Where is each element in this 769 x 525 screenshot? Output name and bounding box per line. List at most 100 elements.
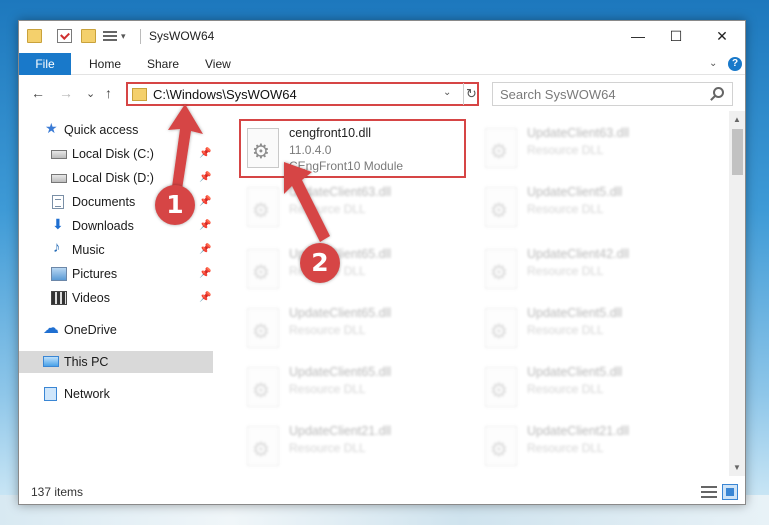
- file-explorer-window: ▾ SysWOW64 — ☐ ✕ File Home Share View ⌄ …: [18, 20, 746, 505]
- file-tile[interactable]: UpdateClient65.dll Resource DLL: [241, 359, 471, 417]
- sidebar-item-label: This PC: [64, 355, 109, 369]
- expand-ribbon-icon[interactable]: ⌄: [709, 58, 717, 69]
- file-name: UpdateClient5.dll: [527, 365, 623, 379]
- file-name: UpdateClient42.dll: [527, 247, 630, 261]
- file-type: Resource DLL: [527, 264, 604, 278]
- file-tile[interactable]: UpdateClient5.dll Resource DLL: [479, 359, 709, 417]
- disk-icon: [51, 150, 67, 159]
- status-bar: 137 items: [19, 479, 745, 504]
- folder-icon: [27, 29, 42, 43]
- dll-file-icon: [247, 426, 279, 466]
- customize-menu-icon[interactable]: [103, 31, 117, 41]
- forward-button[interactable]: →: [59, 85, 73, 101]
- scroll-thumb[interactable]: [732, 129, 743, 175]
- back-button[interactable]: ←: [31, 85, 45, 101]
- file-name: UpdateClient21.dll: [527, 424, 630, 438]
- pin-icon[interactable]: 📌: [199, 244, 211, 255]
- address-dropdown-icon[interactable]: ⌄: [443, 87, 451, 98]
- star-icon: [45, 120, 61, 137]
- file-tile[interactable]: UpdateClient63.dll Resource DLL: [479, 120, 709, 178]
- scroll-up-icon[interactable]: ▲: [733, 115, 741, 124]
- file-type: Resource DLL: [289, 441, 366, 455]
- dll-file-icon: [485, 128, 517, 168]
- tiles-view-icon[interactable]: [722, 484, 738, 500]
- tab-share[interactable]: Share: [147, 53, 179, 75]
- search-icon[interactable]: [713, 87, 724, 98]
- folder-icon: [132, 88, 147, 101]
- file-type: Resource DLL: [527, 202, 604, 216]
- recent-locations-button[interactable]: ⌄: [86, 87, 95, 100]
- highlight-box: [239, 119, 466, 178]
- file-name: UpdateClient5.dll: [527, 185, 623, 199]
- pin-icon[interactable]: 📌: [199, 148, 211, 159]
- address-path[interactable]: C:\Windows\SysWOW64: [153, 87, 297, 102]
- file-type: Resource DLL: [527, 382, 604, 396]
- sidebar-item-network[interactable]: Network: [19, 383, 213, 405]
- dll-file-icon: [485, 249, 517, 289]
- search-input[interactable]: Search SysWOW64: [500, 87, 616, 102]
- videos-icon: [51, 291, 67, 305]
- file-tile[interactable]: UpdateClient63.dll Resource DLL: [241, 179, 471, 237]
- sidebar-item-videos[interactable]: Videos 📌: [19, 287, 213, 309]
- refresh-button[interactable]: ↻: [463, 83, 479, 105]
- sidebar-item-label: Music: [72, 243, 105, 257]
- file-name: UpdateClient63.dll: [289, 185, 392, 199]
- help-icon[interactable]: ?: [728, 57, 742, 71]
- search-box[interactable]: Search SysWOW64: [492, 82, 733, 106]
- sidebar-item-local-disk-d[interactable]: Local Disk (D:) 📌: [19, 167, 213, 189]
- sidebar-item-label: Downloads: [72, 219, 134, 233]
- file-tile[interactable]: UpdateClient65.dll Resource DLL: [241, 300, 471, 358]
- sidebar-item-music[interactable]: Music 📌: [19, 239, 213, 261]
- sidebar-item-label: Network: [64, 387, 110, 401]
- pin-icon[interactable]: 📌: [199, 268, 211, 279]
- dll-file-icon: [247, 249, 279, 289]
- cloud-icon: [43, 318, 59, 338]
- minimize-button[interactable]: —: [623, 24, 653, 48]
- dll-file-icon: [247, 187, 279, 227]
- item-count: 137 items: [31, 485, 84, 499]
- tab-file[interactable]: File: [19, 53, 71, 75]
- maximize-button[interactable]: ☐: [661, 24, 691, 48]
- sidebar-item-label: Pictures: [72, 267, 118, 281]
- file-tile[interactable]: UpdateClient5.dll Resource DLL: [479, 300, 709, 358]
- tab-view[interactable]: View: [205, 53, 231, 75]
- sidebar-item-quick-access[interactable]: Quick access: [19, 119, 213, 141]
- quick-access-dropdown-icon[interactable]: ▾: [121, 31, 126, 42]
- up-button[interactable]: ↑: [105, 85, 112, 101]
- pin-icon[interactable]: 📌: [199, 196, 211, 207]
- file-tile[interactable]: UpdateClient42.dll Resource DLL: [479, 241, 709, 299]
- properties-icon[interactable]: [57, 29, 72, 43]
- pin-icon[interactable]: 📌: [199, 172, 211, 183]
- pin-icon[interactable]: 📌: [199, 220, 211, 231]
- sidebar-item-onedrive[interactable]: OneDrive: [19, 318, 213, 341]
- vertical-scrollbar[interactable]: ▲ ▼: [729, 111, 745, 476]
- close-button[interactable]: ✕: [707, 24, 737, 48]
- sidebar-item-label: OneDrive: [64, 323, 117, 337]
- file-tile[interactable]: UpdateClient21.dll Resource DLL: [479, 418, 709, 476]
- sidebar-item-pictures[interactable]: Pictures 📌: [19, 263, 213, 285]
- file-name: UpdateClient5.dll: [527, 306, 623, 320]
- tab-home[interactable]: Home: [89, 53, 121, 75]
- scroll-down-icon[interactable]: ▼: [733, 463, 741, 472]
- dll-file-icon: [485, 187, 517, 227]
- music-icon: [53, 239, 69, 257]
- details-view-icon[interactable]: [701, 486, 717, 498]
- download-icon: [52, 216, 68, 233]
- sidebar-item-local-disk-c[interactable]: Local Disk (C:) 📌: [19, 143, 213, 165]
- new-folder-icon[interactable]: [81, 29, 96, 43]
- address-bar[interactable]: C:\Windows\SysWOW64 ⌄ ↻: [126, 82, 479, 106]
- window-title: SysWOW64: [149, 29, 215, 43]
- file-tile[interactable]: UpdateClient5.dll Resource DLL: [479, 179, 709, 237]
- ribbon-tabs: File Home Share View ⌄ ?: [19, 51, 745, 75]
- pin-icon[interactable]: 📌: [199, 292, 211, 303]
- file-type: Resource DLL: [527, 441, 604, 455]
- dll-file-icon: [485, 426, 517, 466]
- file-type: Resource DLL: [527, 323, 604, 337]
- file-tile[interactable]: UpdateClient65.dll Resource DLL: [241, 241, 471, 299]
- sidebar-item-this-pc[interactable]: This PC: [19, 351, 213, 373]
- documents-icon: [52, 195, 64, 209]
- dll-file-icon: [247, 367, 279, 407]
- file-tile[interactable]: UpdateClient21.dll Resource DLL: [241, 418, 471, 476]
- navigation-pane: Quick access Local Disk (C:) 📌 Local Dis…: [19, 111, 213, 476]
- sidebar-item-label: Videos: [72, 291, 110, 305]
